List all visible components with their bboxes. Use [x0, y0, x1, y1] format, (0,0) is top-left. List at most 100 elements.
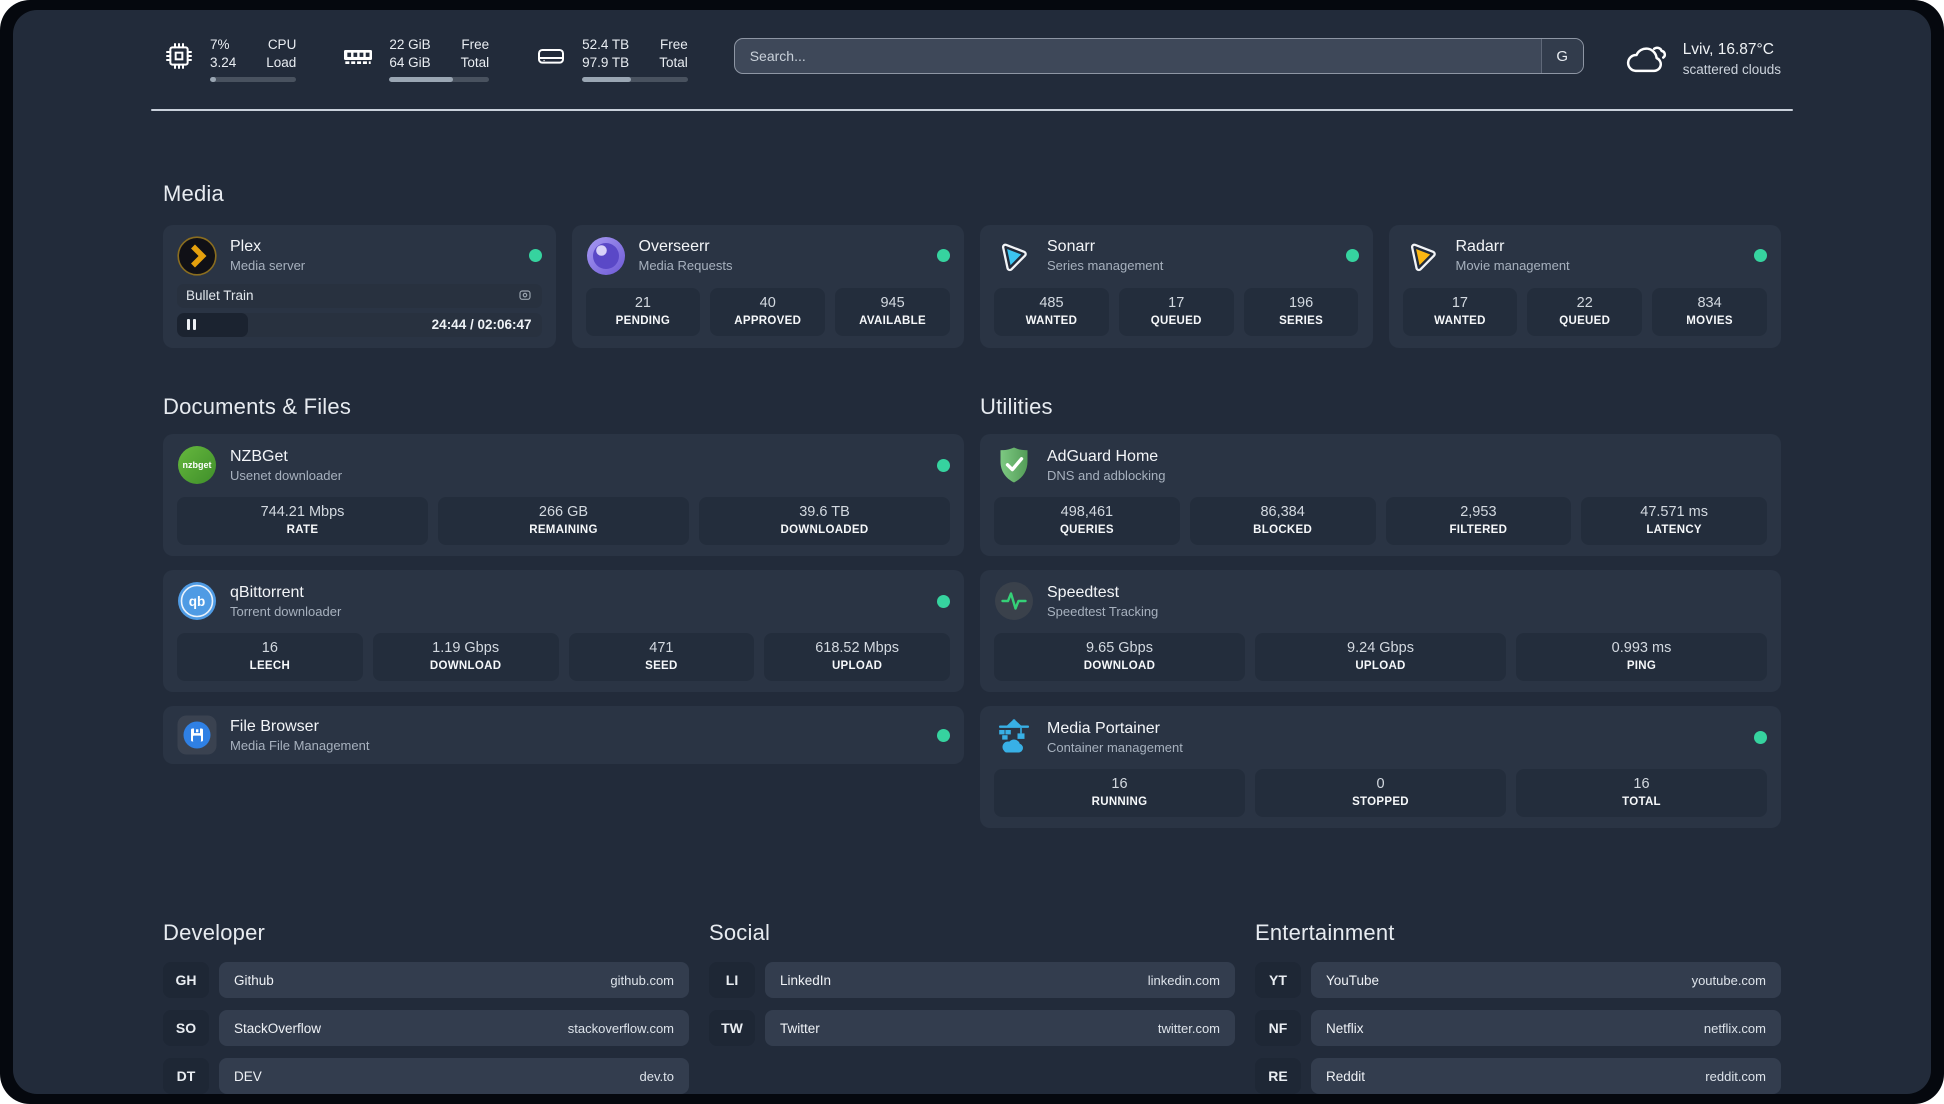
service-description: Movie management: [1455, 258, 1570, 274]
stat-stopped: 0 STOPPED: [1255, 769, 1506, 818]
section-heading-entertainment: Entertainment: [1255, 920, 1395, 946]
bookmark-stackoverflow[interactable]: SO StackOverflow stackoverflow.com: [163, 1010, 689, 1047]
stat-ping: 0.993 ms PING: [1516, 633, 1767, 682]
bookmark-abbr: LI: [709, 962, 755, 999]
memory-widget: 22 GiB 64 GiB Free Total: [342, 36, 490, 82]
disk-free-label: Free: [659, 37, 688, 52]
bookmark-linkedin[interactable]: LI LinkedIn linkedin.com: [709, 962, 1235, 999]
bookmark-url: linkedin.com: [1147, 972, 1220, 988]
ram-icon: [342, 40, 376, 74]
adguard-icon: [994, 445, 1034, 485]
speedtest-icon: [994, 581, 1034, 621]
stat-queued: 22 QUEUED: [1527, 287, 1643, 336]
pause-icon[interactable]: [187, 319, 196, 331]
plex-icon: [177, 236, 217, 276]
service-name: Media Portainer: [1047, 719, 1160, 737]
stat-downloaded: 39.6 TB DOWNLOADED: [699, 497, 950, 546]
bookmark-name: Github: [234, 972, 274, 988]
bookmark-name: StackOverflow: [234, 1020, 322, 1036]
stat-seed: 471 SEED: [568, 633, 755, 682]
bookmark-abbr: DT: [163, 1058, 209, 1094]
status-dot: [937, 458, 950, 472]
bookmark-abbr: RE: [1255, 1058, 1301, 1094]
now-playing-row: Bullet Train: [177, 283, 542, 308]
topbar: 7% 3.24 CPU Load 22 GiB 64 GiB Free Tota…: [163, 36, 1781, 82]
service-description: Container management: [1047, 739, 1183, 755]
portainer-icon: [994, 717, 1034, 757]
bookmark-netflix[interactable]: NF Netflix netflix.com: [1255, 1010, 1781, 1047]
section-documents: Documents & Files nzbget NZBGet Usenet d…: [163, 376, 964, 778]
stat-download: 9.65 Gbps DOWNLOAD: [994, 633, 1245, 682]
service-card-speedtest[interactable]: Speedtest Speedtest Tracking 9.65 Gbps D…: [980, 570, 1781, 693]
disk-total-value: 97.9 TB: [582, 54, 630, 70]
memory-progress-fill: [389, 76, 454, 82]
bookmark-abbr: SO: [163, 1010, 209, 1047]
stat-queries: 498,461 QUERIES: [994, 497, 1180, 546]
service-description: Media Requests: [638, 258, 733, 274]
service-card-adguard[interactable]: AdGuard Home DNS and adblocking 498,461 …: [980, 434, 1781, 557]
service-card-filebrowser[interactable]: File Browser Media File Management: [163, 706, 964, 765]
stat-series: 196 SERIES: [1243, 287, 1359, 336]
section-heading-documents: Documents & Files: [163, 394, 352, 420]
service-name: Overseerr: [638, 238, 710, 256]
disk-progress-fill: [582, 76, 631, 82]
bookmark-name: Netflix: [1326, 1020, 1364, 1036]
status-dot: [937, 249, 950, 263]
filebrowser-icon: [177, 715, 217, 755]
service-card-qbittorrent[interactable]: qb qBittorrent Torrent downloader 16 LEE…: [163, 570, 964, 693]
bookmark-twitter[interactable]: TW Twitter twitter.com: [709, 1010, 1235, 1047]
status-dot: [1754, 249, 1767, 263]
bookmark-name: DEV: [234, 1068, 262, 1084]
cpu-usage-label: CPU: [267, 37, 297, 52]
bookmark-github[interactable]: GH Github github.com: [163, 962, 689, 999]
memory-total-label: Total: [460, 54, 490, 70]
bookmark-group-entertainment: Entertainment YT YouTube youtube.com NF …: [1255, 902, 1781, 1094]
service-card-nzbget[interactable]: nzbget NZBGet Usenet downloader 744.21 M…: [163, 434, 964, 557]
status-dot: [528, 249, 542, 263]
search-provider-button[interactable]: G: [1540, 39, 1583, 73]
stat-latency: 47.571 ms LATENCY: [1581, 497, 1767, 546]
bookmark-dev[interactable]: DT DEV dev.to: [163, 1058, 689, 1094]
service-card-overseerr[interactable]: Overseerr Media Requests 21 PENDING 40 A…: [571, 224, 964, 348]
qbittorrent-icon: qb: [177, 581, 217, 621]
disk-progress-bar: [582, 76, 688, 82]
bookmark-url: reddit.com: [1705, 1068, 1766, 1084]
bookmark-abbr: TW: [709, 1010, 755, 1047]
nzbget-icon: nzbget: [177, 445, 217, 485]
topbar-divider: [151, 108, 1793, 111]
service-name: Radarr: [1455, 238, 1505, 256]
bookmark-name: LinkedIn: [780, 972, 832, 988]
bookmark-reddit[interactable]: RE Reddit reddit.com: [1255, 1058, 1781, 1094]
service-card-plex[interactable]: Plex Media server Bullet Train 24:44 / 0…: [163, 224, 556, 348]
stat-leech: 16 LEECH: [177, 633, 363, 682]
bookmark-abbr: GH: [163, 962, 209, 999]
service-description: Series management: [1047, 258, 1164, 274]
status-dot: [937, 728, 950, 742]
overseerr-icon: [586, 236, 626, 276]
search-input[interactable]: [734, 39, 1541, 73]
weather-condition: scattered clouds: [1682, 62, 1781, 77]
bookmark-youtube[interactable]: YT YouTube youtube.com: [1255, 962, 1781, 999]
service-description: Media File Management: [230, 737, 370, 753]
stat-rate: 744.21 Mbps RATE: [177, 497, 428, 546]
service-description: DNS and adblocking: [1047, 467, 1166, 483]
stat-pending: 21 PENDING: [585, 287, 701, 336]
svg-text:qb: qb: [189, 594, 206, 609]
search-bar: G: [733, 38, 1584, 74]
status-dot: [1345, 249, 1359, 263]
memory-total-value: 64 GiB: [389, 54, 431, 70]
sonarr-icon: [994, 236, 1034, 276]
bookmark-name: Twitter: [780, 1020, 820, 1036]
bookmark-url: stackoverflow.com: [567, 1020, 674, 1036]
stat-movies: 834 MOVIES: [1652, 287, 1767, 336]
service-card-radarr[interactable]: Radarr Movie management 17 WANTED 22 QUE…: [1388, 224, 1781, 348]
memory-progress-bar: [389, 76, 490, 82]
now-playing-title: Bullet Train: [186, 288, 254, 304]
service-card-sonarr[interactable]: Sonarr Series management 485 WANTED 17 Q…: [980, 224, 1373, 348]
stat-filtered: 2,953 FILTERED: [1385, 497, 1572, 546]
service-card-portainer[interactable]: Media Portainer Container management 16 …: [980, 706, 1781, 829]
bookmark-abbr: YT: [1255, 962, 1301, 999]
cpu-progress-fill: [210, 76, 217, 82]
disk-total-label: Total: [659, 54, 688, 70]
stat-upload: 618.52 Mbps UPLOAD: [764, 633, 950, 682]
